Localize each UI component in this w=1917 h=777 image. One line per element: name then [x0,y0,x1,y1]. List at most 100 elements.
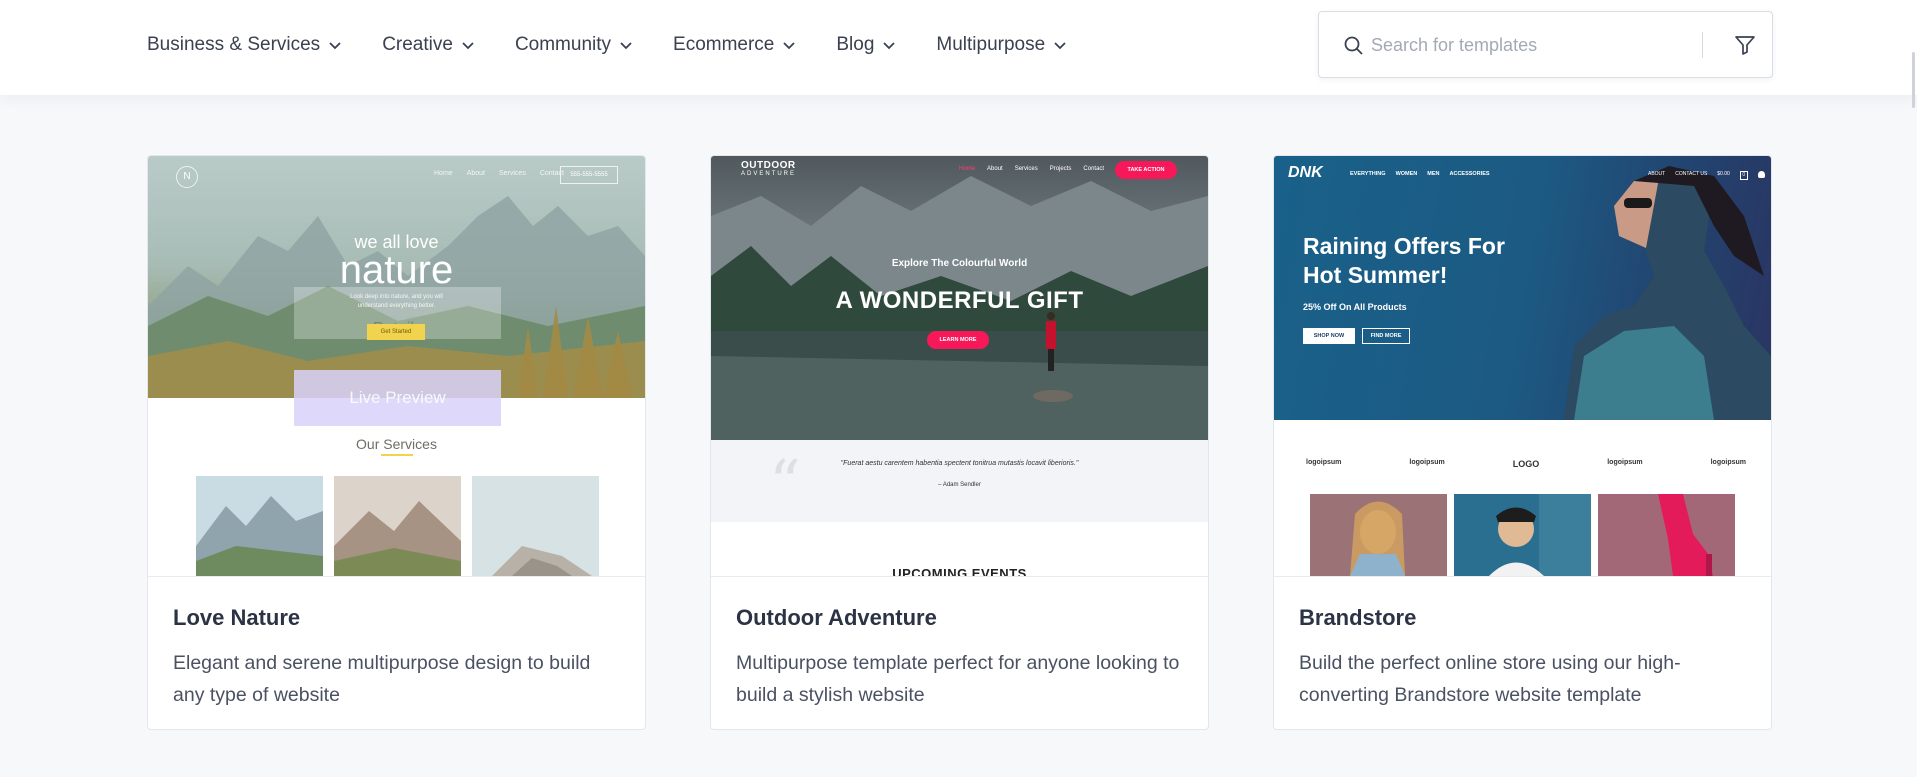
preview-menu-item: ACCESSORIES [1449,171,1490,177]
preview-menu-item: Contact [1083,166,1105,172]
preview-menu-item: MEN [1427,171,1440,177]
nav-business-services[interactable]: Business & Services [147,34,342,56]
card-title[interactable]: Outdoor Adventure [736,605,937,631]
template-preview-image[interactable]: DNK EVERYTHING WOMEN MEN ACCESSORIES ABO… [1274,156,1771,576]
preview-partner-logos: logoipsum logoipsum LOGO logoipsum logoi… [1306,459,1746,469]
preview-get-started: Get Started [367,324,425,340]
preview-hero: OUTDOOR ADVENTURE Home About Services Pr… [711,156,1208,440]
preview-product-image [1454,494,1591,576]
template-card-love-nature[interactable]: N Home About Services Contact 555-555-55… [147,155,646,730]
search-icon [1344,36,1363,55]
chevron-down-icon [620,42,632,50]
nav-item-label: Creative [382,34,453,55]
chevron-down-icon [329,42,341,50]
preview-subtext: 25% Off On All Products [1303,302,1407,312]
preview-product-image [1598,494,1735,576]
preview-section-title: Our Services [356,436,437,452]
preview-menu-item: About [466,170,485,177]
preview-menu-item: ABOUT [1648,171,1666,177]
card-description: Build the perfect online store using our… [1299,652,1681,706]
user-icon [1757,171,1765,178]
top-navigation-bar: Business & Services Creative Community E… [0,0,1917,95]
preview-right-menu: ABOUT CONTACT US $0.00 0 [1648,171,1765,180]
preview-menu-item: Home [434,170,453,177]
preview-hero: N Home About Services Contact 555-555-55… [148,156,645,398]
nav-item-label: Community [514,34,612,55]
partner-logo: logoipsum [1306,459,1342,466]
preview-menu-item: CONTACT US [1675,171,1708,177]
preview-section-title: UPCOMING EVENTS [892,566,1027,576]
template-preview-image[interactable]: OUTDOOR ADVENTURE Home About Services Pr… [711,156,1208,576]
nav-item-label: Blog [836,34,875,55]
preview-phone: 555-555-5555 [560,166,618,184]
chevron-down-icon [1054,42,1066,50]
preview-logo-top: OUTDOOR [741,160,796,171]
preview-eyebrow: Explore The Colourful World [891,258,1028,269]
preview-find-more: FIND MORE [1362,328,1410,344]
card-title[interactable]: Love Nature [173,605,300,631]
card-info: Love Nature Elegant and serene multipurp… [148,576,645,729]
partner-logo: logoipsum [1710,459,1746,466]
card-description: Elegant and serene multipurpose design t… [173,652,591,706]
preview-tile-image [472,476,599,576]
partner-logo: LOGO [1512,459,1540,469]
template-preview-image[interactable]: N Home About Services Contact 555-555-55… [148,156,645,576]
cart-count: 0 [1742,172,1746,178]
nav-multipurpose[interactable]: Multipurpose [936,34,1067,56]
nav-community[interactable]: Community [515,34,633,56]
preview-product-image [1310,494,1447,576]
preview-testimonial: “ "Fuerat aestu carentem habentia specte… [711,440,1208,522]
search-divider [1702,32,1703,58]
chevron-down-icon [462,42,474,50]
card-title[interactable]: Brandstore [1299,605,1416,631]
preview-section-underline [381,454,413,456]
page-scrollbar[interactable] [1912,52,1915,108]
preview-logo: DNK [1288,164,1323,181]
preview-quote-author: – Adam Sendler [938,482,981,488]
partner-logo: logoipsum [1409,459,1445,466]
preview-take-action: TAKE ACTION [1115,161,1177,179]
nav-item-label: Ecommerce [673,34,775,55]
nav-ecommerce[interactable]: Ecommerce [673,34,796,56]
preview-hero: DNK EVERYTHING WOMEN MEN ACCESSORIES ABO… [1274,156,1771,420]
preview-headline: Raining Offers For Hot Summer! [1303,233,1505,288]
nav-item-label: Multipurpose [936,34,1046,55]
nav-item-label: Business & Services [147,34,321,55]
preview-menu-item: Projects [1049,166,1072,172]
preview-logo: N [176,166,198,188]
card-info: Brandstore Build the perfect online stor… [1274,576,1771,729]
preview-subtext: Look deep into nature, and you will unde… [350,294,443,309]
preview-menu-item: Services [498,170,526,177]
preview-menu: Home About Services Projects Contact [959,166,1104,172]
preview-tile-image [334,476,461,576]
template-search-box [1318,11,1773,78]
preview-headline: A WONDERFUL GIFT [835,287,1084,314]
preview-menu-item: Home [959,166,976,172]
preview-menu-item: Services [1014,166,1038,172]
category-nav: Business & Services Creative Community E… [147,34,1107,56]
preview-quote-text: "Fuerat aestu carentem habentia spectent… [840,460,1079,467]
preview-shop-now: SHOP NOW [1303,328,1355,344]
template-card-brandstore[interactable]: DNK EVERYTHING WOMEN MEN ACCESSORIES ABO… [1273,155,1772,730]
preview-menu: EVERYTHING WOMEN MEN ACCESSORIES [1350,171,1490,177]
template-card-outdoor-adventure[interactable]: OUTDOOR ADVENTURE Home About Services Pr… [710,155,1209,730]
filter-icon[interactable] [1734,34,1756,56]
preview-logo-bottom: ADVENTURE [741,171,797,177]
search-input[interactable] [1371,28,1691,62]
preview-tile-image [196,476,323,576]
partner-logo: logoipsum [1607,459,1643,466]
cart-icon: 0 [1739,171,1748,180]
preview-menu-item: About [987,166,1003,172]
preview-cart-total: $0.00 [1717,171,1730,177]
card-description: Multipurpose template perfect for anyone… [736,652,1180,706]
nav-blog[interactable]: Blog [836,34,896,56]
chevron-down-icon [883,42,896,50]
nav-creative[interactable]: Creative [382,34,475,56]
preview-learn-more: LEARN MORE [927,331,989,349]
preview-menu: Home About Services Contact [434,170,564,177]
preview-menu-item: EVERYTHING [1350,171,1386,177]
preview-menu-item: WOMEN [1395,171,1418,177]
live-preview-button[interactable]: Live Preview [294,370,501,426]
chevron-down-icon [783,42,796,50]
card-info: Outdoor Adventure Multipurpose template … [711,576,1208,729]
